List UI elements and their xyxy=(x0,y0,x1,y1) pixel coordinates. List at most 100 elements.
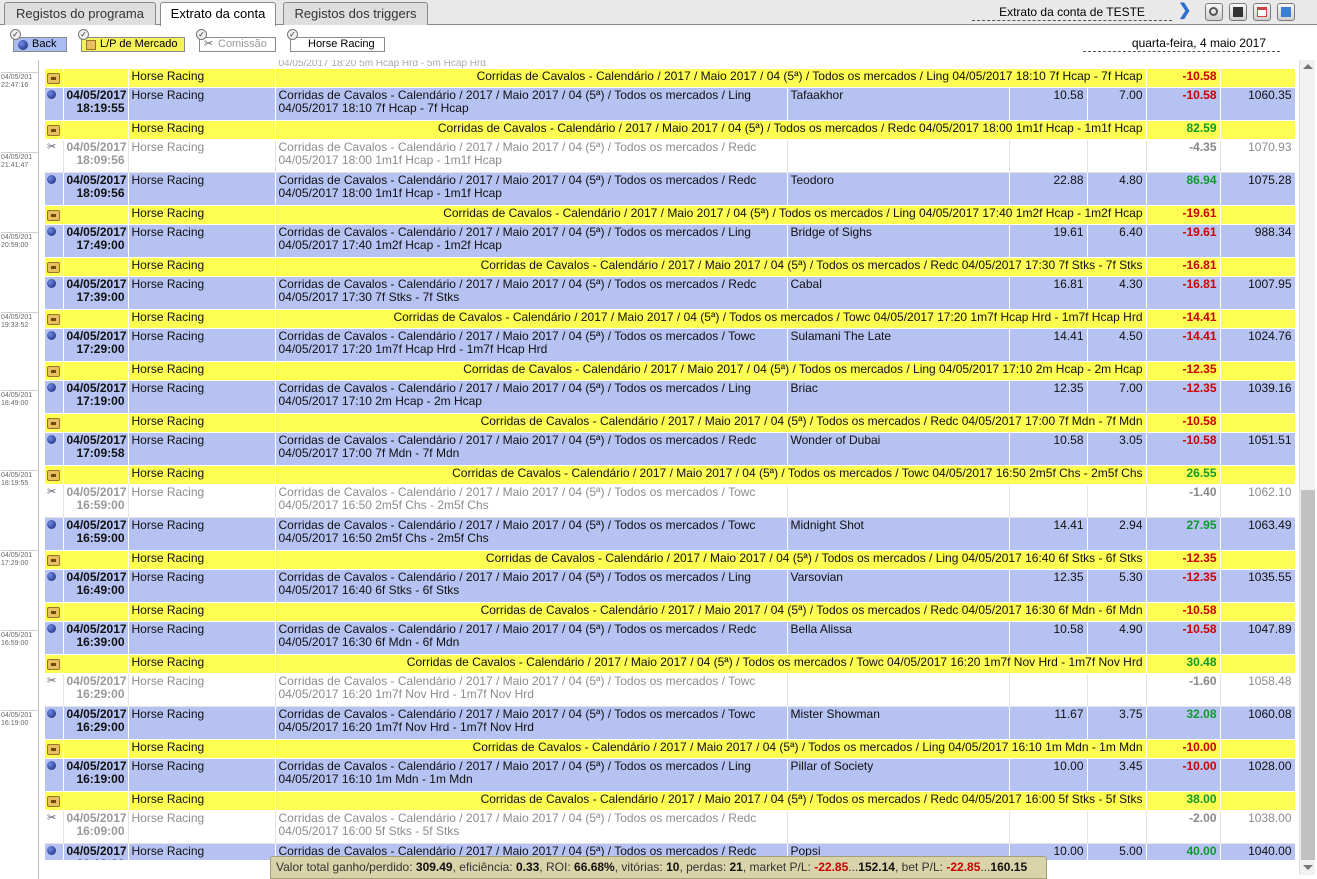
commission-row[interactable]: ✂ 04/05/2017 18:09:56 Horse Racing Corridas … xyxy=(45,139,1295,173)
odds-cell: 7.00 xyxy=(1087,380,1147,414)
stake-cell: 12.35 xyxy=(1009,380,1088,414)
back-dot-icon xyxy=(18,40,28,50)
odds-cell: 3.05 xyxy=(1087,432,1147,466)
stake-cell: 14.41 xyxy=(1009,328,1088,362)
balance-cell xyxy=(1220,205,1295,225)
calendar-icon[interactable] xyxy=(1253,3,1271,21)
selection-cell xyxy=(787,484,1010,518)
market-pl-row[interactable]: Horse Racing Corridas de Cavalos - Calend… xyxy=(45,550,1295,570)
sport-cell: Horse Racing xyxy=(128,569,276,603)
market-pl-row[interactable]: Horse Racing Corridas de Cavalos - Calend… xyxy=(45,309,1295,329)
tab-trigger-logs[interactable]: Registos dos triggers xyxy=(283,2,428,25)
row-icon-cell xyxy=(45,276,64,310)
bet-pl-min: -22.85 xyxy=(946,860,981,874)
balance-cell xyxy=(1220,791,1295,811)
bet-row[interactable]: 04/05/2017 17:49:00 Horse Racing Corridas d… xyxy=(45,224,1295,258)
tab-account-statement[interactable]: Extrato da conta xyxy=(160,2,276,26)
bet-row[interactable]: 04/05/2017 18:19:55 Horse Racing Corridas d… xyxy=(45,87,1295,121)
market-pl-row[interactable]: Horse Racing Corridas de Cavalos - Calend… xyxy=(45,120,1295,140)
save-icon[interactable] xyxy=(1229,3,1247,21)
market-pl-row[interactable]: Horse Racing Corridas de Cavalos - Calend… xyxy=(45,654,1295,674)
scroll-thumb[interactable] xyxy=(1301,490,1315,860)
bet-row[interactable]: 04/05/2017 16:29:00 Horse Racing Corridas d… xyxy=(45,706,1295,740)
export-icon[interactable] xyxy=(1277,3,1295,21)
odds-cell: 4.50 xyxy=(1087,328,1147,362)
bet-row[interactable]: 04/05/2017 17:39:00 Horse Racing Corridas d… xyxy=(45,276,1295,310)
commission-row[interactable]: ✂ 04/05/2017 16:29:00 Horse Racing Corridas … xyxy=(45,673,1295,707)
filter-back[interactable]: ✓ Back xyxy=(10,29,67,52)
balance-cell: 988.34 xyxy=(1220,224,1295,258)
balance-cell: 1047.89 xyxy=(1220,621,1295,655)
scroll-up-icon[interactable] xyxy=(1303,64,1313,69)
gutter-date: 04/05/201 xyxy=(1,314,33,321)
account-title[interactable]: Extrato da conta de TESTE xyxy=(972,5,1172,21)
market-pl-row[interactable]: Horse Racing Corridas de Cavalos - Calend… xyxy=(45,257,1295,277)
bet-row[interactable]: 04/05/2017 18:09:56 Horse Racing Corridas d… xyxy=(45,172,1295,206)
back-dot-icon xyxy=(47,709,56,718)
market-pl-row[interactable]: Horse Racing Corridas de Cavalos - Calend… xyxy=(45,465,1295,485)
pl-cell: 30.48 xyxy=(1146,654,1221,674)
scroll-down-icon[interactable] xyxy=(1303,865,1313,870)
market-icon-cell xyxy=(45,120,64,140)
pl-cell: 26.55 xyxy=(1146,465,1221,485)
bet-row[interactable]: 04/05/2017 16:59:00 Horse Racing Corridas d… xyxy=(45,517,1295,551)
datetime-cell: 04/05/2017 16:19:00 xyxy=(63,758,129,792)
datetime-cell: 04/05/2017 16:29:00 xyxy=(63,673,129,707)
sport-cell: Horse Racing xyxy=(128,328,276,362)
market-icon-cell xyxy=(45,791,64,811)
market-pl-row[interactable]: Horse Racing Corridas de Cavalos - Calend… xyxy=(45,205,1295,225)
commission-row[interactable]: ✂ 04/05/2017 16:59:00 Horse Racing Corridas … xyxy=(45,484,1295,518)
roi-label: ROI: xyxy=(546,860,571,874)
gutter-time-label: 04/05/201 16:19:00 xyxy=(1,710,38,728)
refresh-icon[interactable] xyxy=(1205,3,1223,21)
desc-cell: Corridas de Cavalos - Calendário / 2017 … xyxy=(275,673,788,707)
scissors-icon: ✂ xyxy=(47,486,57,498)
date-header[interactable]: quarta-feira, 4 maio 2017 xyxy=(1083,37,1280,52)
market-icon-cell xyxy=(45,361,64,381)
bet-row[interactable]: 04/05/2017 16:49:00 Horse Racing Corridas d… xyxy=(45,569,1295,603)
gutter-date: 04/05/201 xyxy=(1,552,33,559)
desc-line-2: 04/05/2017 16:20 1m7f Nov Hrd - 1m7f Nov… xyxy=(278,687,534,701)
market-pl-row[interactable]: Horse Racing Corridas de Cavalos - Calend… xyxy=(45,602,1295,622)
filter-back-label: Back xyxy=(32,38,57,50)
filter-horse-racing-label: Horse Racing xyxy=(308,38,375,50)
balance-cell: 1039.16 xyxy=(1220,380,1295,414)
market-pl-row[interactable]: Horse Racing Corridas de Cavalos - Calend… xyxy=(45,361,1295,381)
selection-cell: Varsovian xyxy=(787,569,1010,603)
desc-line-2: 04/05/2017 17:30 7f Stks - 7f Stks xyxy=(278,290,460,304)
scissors-icon: ✂ xyxy=(47,812,57,824)
filter-horse-racing[interactable]: ✓ Horse Racing xyxy=(287,29,385,52)
date-cell xyxy=(63,791,129,811)
filter-market-pl[interactable]: ✓ L/P de Mercado xyxy=(78,29,185,52)
bet-row[interactable]: 04/05/2017 17:09:58 Horse Racing Corridas d… xyxy=(45,432,1295,466)
bet-row[interactable]: 04/05/2017 16:39:00 Horse Racing Corridas d… xyxy=(45,621,1295,655)
vertical-scrollbar[interactable] xyxy=(1299,60,1315,875)
bet-row[interactable]: 04/05/2017 17:19:00 Horse Racing Corridas d… xyxy=(45,380,1295,414)
market-pl-row[interactable]: Horse Racing Corridas de Cavalos - Calend… xyxy=(45,413,1295,433)
market-pl-min: -22.85 xyxy=(814,860,849,874)
checkbox-icon[interactable]: ✓ xyxy=(287,29,298,40)
datetime-cell: 04/05/2017 17:39:00 xyxy=(63,276,129,310)
bet-row[interactable]: 04/05/2017 16:19:00 Horse Racing Corridas d… xyxy=(45,758,1295,792)
datetime-cell: 04/05/201716:09:00 xyxy=(63,843,129,860)
desc-line-2: 04/05/2017 17:00 7f Mdn - 7f Mdn xyxy=(278,446,460,460)
bet-row[interactable]: 04/05/2017 17:29:00 Horse Racing Corridas d… xyxy=(45,328,1295,362)
gutter-time: 19:33:52 xyxy=(1,322,29,329)
checkbox-icon[interactable]: ✓ xyxy=(10,29,21,40)
sport-cell: Horse Racing xyxy=(128,224,276,258)
balance-cell xyxy=(1220,602,1295,622)
desc-line-2: 04/05/2017 16:50 2m5f Chs - 2m5f Chs xyxy=(278,531,489,545)
pl-cell: -2.00 xyxy=(1146,810,1221,844)
market-pl-row[interactable]: Horse Racing Corridas de Cavalos - Calend… xyxy=(45,791,1295,811)
tab-program-logs[interactable]: Registos do programa xyxy=(4,2,156,25)
commission-row[interactable]: ✂ 04/05/2017 16:09:00 Horse Racing Corridas … xyxy=(45,810,1295,844)
market-icon xyxy=(47,210,60,221)
row-time: 16:49:00 xyxy=(76,583,125,597)
arrow-right-icon[interactable]: ❯ xyxy=(1178,3,1191,19)
market-pl-row[interactable]: Horse Racing Corridas de Cavalos - Calend… xyxy=(45,739,1295,759)
odds-cell xyxy=(1087,810,1147,844)
sport-cell: Horse Racing xyxy=(128,309,276,329)
checkbox-icon[interactable]: ✓ xyxy=(78,29,89,40)
market-pl-row[interactable]: Horse Racing Corridas de Cavalos - Calend… xyxy=(45,68,1295,88)
filter-commission[interactable]: ✓ ✂ Comissão xyxy=(196,29,276,52)
